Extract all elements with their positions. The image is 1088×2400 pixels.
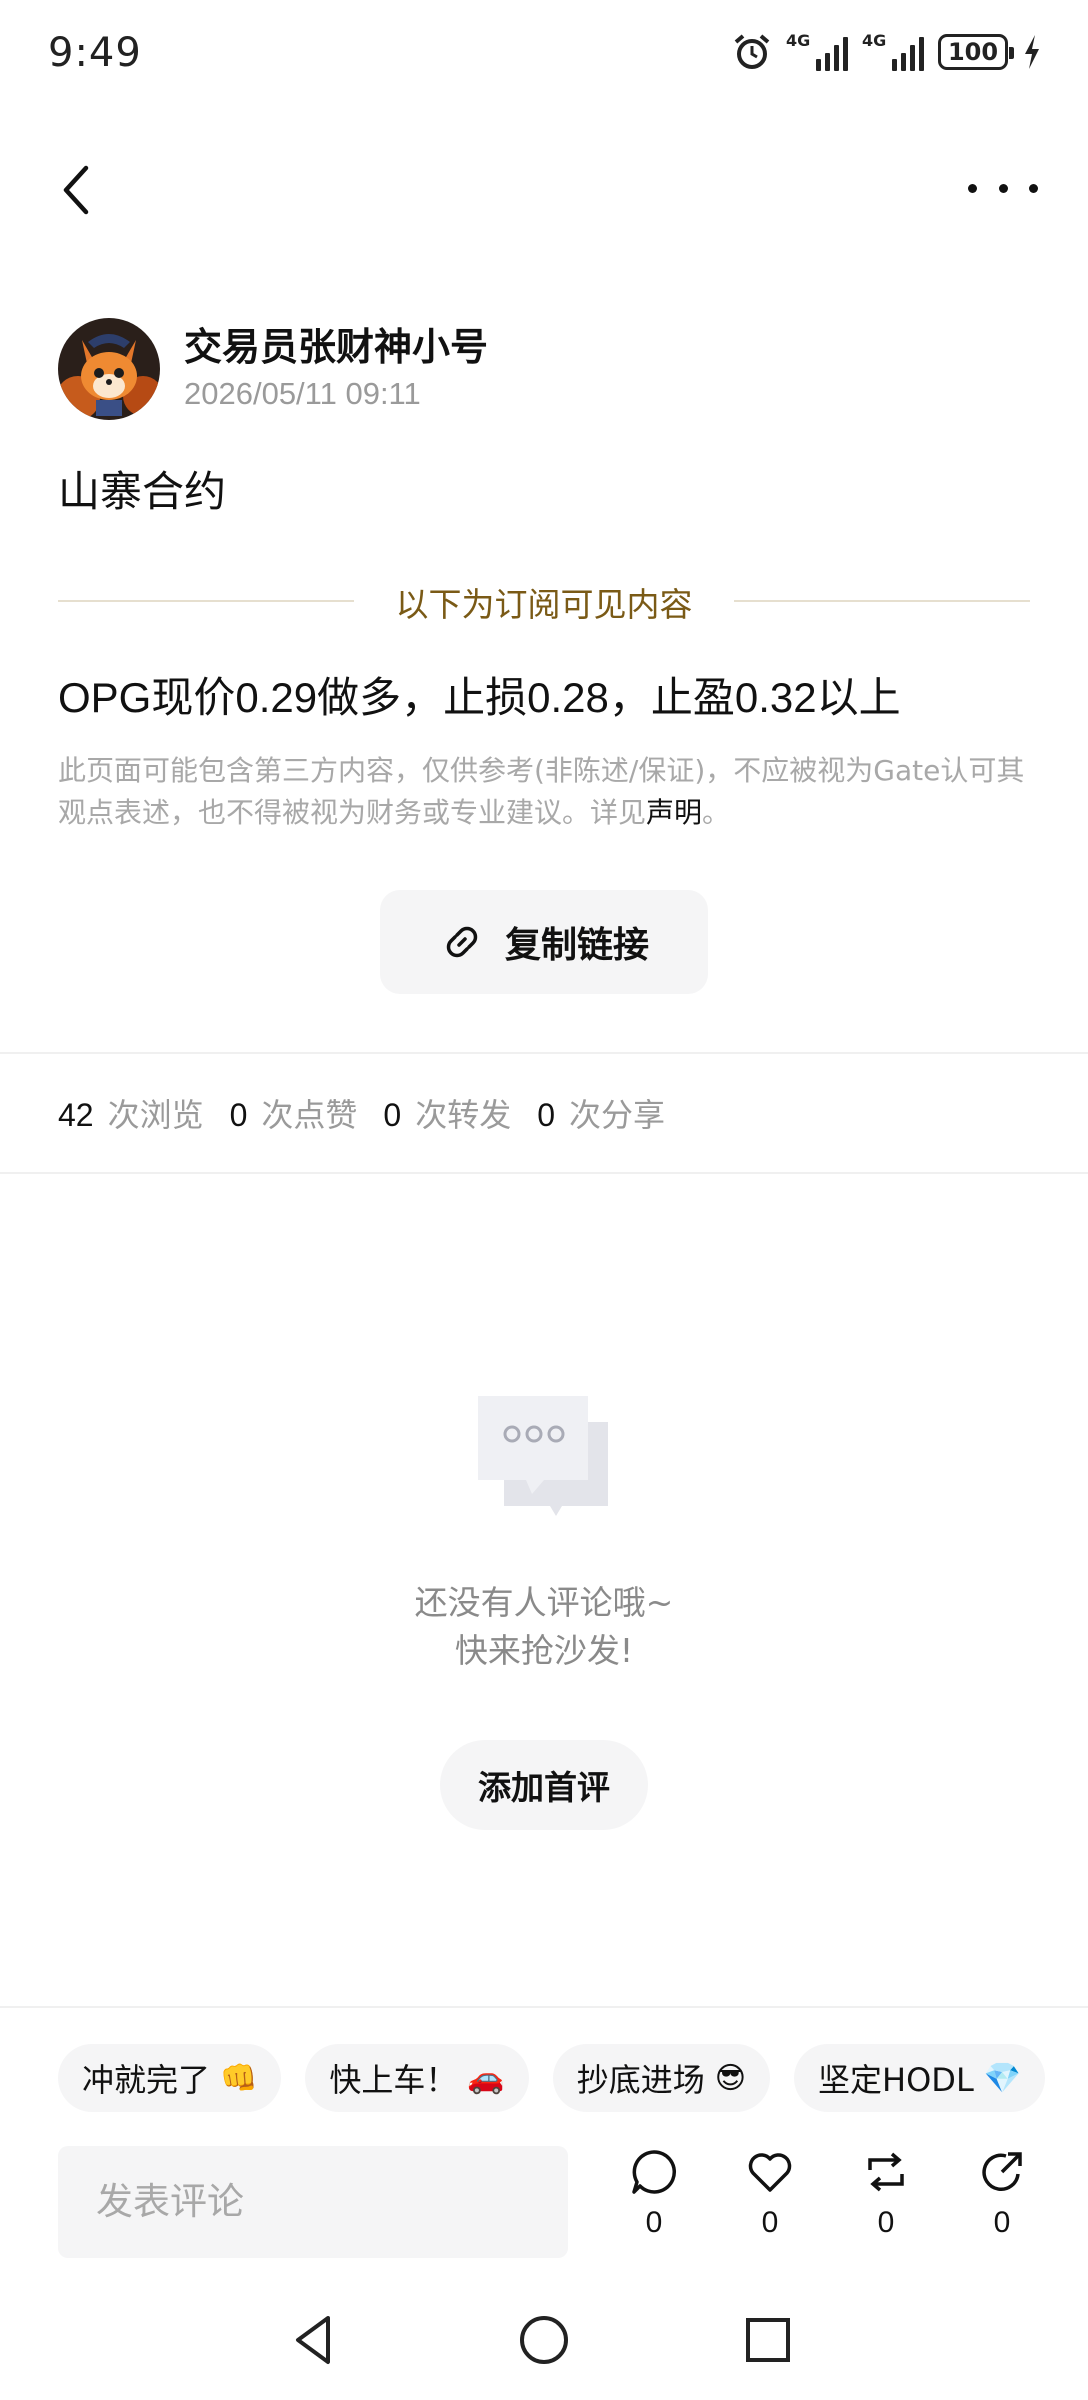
system-nav-bar xyxy=(0,2300,1088,2400)
post-stats: 42 次浏览 0 次点赞 0 次转发 0 次分享 xyxy=(58,1090,691,1136)
avatar[interactable] xyxy=(58,318,160,420)
disclaimer-end: 。 xyxy=(702,796,731,829)
signal-icon-1: 4G xyxy=(786,33,848,71)
disclaimer: 此页面可能包含第三方内容，仅供参考(非陈述/保证)，不应被视为Gate认可其观点… xyxy=(58,750,1038,834)
like-action[interactable]: 0 xyxy=(740,2148,800,2260)
post-timestamp: 2026/05/11 09:11 xyxy=(184,376,421,411)
car-emoji-icon: 🚗 xyxy=(467,2060,505,2096)
signal-icon-2: 4G xyxy=(862,33,924,71)
views-count: 42 xyxy=(58,1097,94,1133)
quick-reply-chip[interactable]: 坚定HODL 💎 xyxy=(794,2044,1046,2112)
status-bar: 9:49 4G 4G 100 xyxy=(0,0,1088,112)
post-content: OPG现价0.29做多，止损0.28，止盈0.32以上 xyxy=(58,674,901,721)
chevron-left-icon xyxy=(63,165,89,215)
reposts-count: 0 xyxy=(383,1097,402,1133)
comment-count: 0 xyxy=(645,2206,663,2239)
divider xyxy=(0,1172,1088,1174)
nav-back-icon[interactable] xyxy=(286,2310,346,2370)
heart-icon xyxy=(748,2153,792,2192)
share-count: 0 xyxy=(993,2206,1011,2239)
quick-reply-chip[interactable]: 冲就完了 👊 xyxy=(58,2044,282,2112)
fist-emoji-icon: 👊 xyxy=(220,2060,258,2096)
empty-state-line2: 快来抢沙发! xyxy=(454,1631,634,1670)
nav-home-icon[interactable] xyxy=(514,2310,574,2370)
divider xyxy=(0,2006,1088,2008)
shares-count: 0 xyxy=(537,1097,556,1133)
quick-reply-chip[interactable]: 抄底进场 😎 xyxy=(552,2044,771,2112)
status-icons: 4G 4G 100 xyxy=(732,32,1042,72)
sunglasses-emoji-icon: 😎 xyxy=(714,2060,747,2096)
dot-icon xyxy=(998,183,1008,193)
dot-icon xyxy=(1029,183,1038,193)
comment-action[interactable]: 0 xyxy=(624,2148,684,2260)
comment-input[interactable]: 发表评论 xyxy=(58,2146,568,2258)
gem-emoji-icon: 💎 xyxy=(983,2060,1022,2096)
reposts-label: 次转发 xyxy=(415,1096,512,1134)
add-first-comment-button[interactable]: 添加首评 xyxy=(440,1740,648,1830)
dot-icon xyxy=(968,183,977,193)
alarm-icon xyxy=(734,34,770,69)
likes-label: 次点赞 xyxy=(261,1096,358,1134)
back-button[interactable] xyxy=(54,160,104,220)
repost-count: 0 xyxy=(877,2206,895,2239)
fox-avatar-image xyxy=(58,318,160,420)
repost-icon xyxy=(868,2152,904,2192)
nav-recents-icon[interactable] xyxy=(738,2310,798,2370)
charging-icon xyxy=(1025,35,1039,69)
subscriber-divider: 以下为订阅可见内容 xyxy=(58,570,1030,630)
copy-link-label: 复制链接 xyxy=(504,925,649,966)
repost-action[interactable]: 0 xyxy=(856,2148,916,2260)
post-title: 山寨合约 xyxy=(58,467,227,516)
subscriber-divider-label: 以下为订阅可见内容 xyxy=(395,585,693,624)
disclaimer-text: 此页面可能包含第三方内容，仅供参考(非陈述/保证)，不应被视为Gate认可其观点… xyxy=(58,754,1025,829)
shares-label: 次分享 xyxy=(569,1096,666,1134)
author-name[interactable]: 交易员张财神小号 xyxy=(184,316,488,371)
status-time: 9:49 xyxy=(48,30,142,76)
share-action[interactable]: 0 xyxy=(972,2148,1032,2260)
copy-link-button[interactable]: 复制链接 xyxy=(380,890,708,994)
like-count: 0 xyxy=(761,2206,779,2239)
link-icon xyxy=(446,926,478,958)
likes-count: 0 xyxy=(229,1097,248,1133)
empty-comments-icon xyxy=(478,1396,608,1516)
disclaimer-link[interactable]: 声明 xyxy=(646,796,702,829)
comment-icon xyxy=(632,2150,677,2194)
divider xyxy=(0,1052,1088,1054)
battery-icon: 100 xyxy=(938,34,1014,70)
quick-reply-chip[interactable]: 快上车！ 🚗 xyxy=(305,2044,529,2112)
more-options-button[interactable] xyxy=(968,168,1038,208)
divider-line xyxy=(734,600,1030,602)
views-label: 次浏览 xyxy=(107,1096,204,1134)
share-icon xyxy=(982,2152,1022,2191)
empty-state-line1: 还没有人评论哦~ xyxy=(414,1583,674,1622)
quick-reply-row: 冲就完了 👊 快上车！ 🚗 抄底进场 😎 坚定HODL 💎 xyxy=(58,2044,1046,2112)
